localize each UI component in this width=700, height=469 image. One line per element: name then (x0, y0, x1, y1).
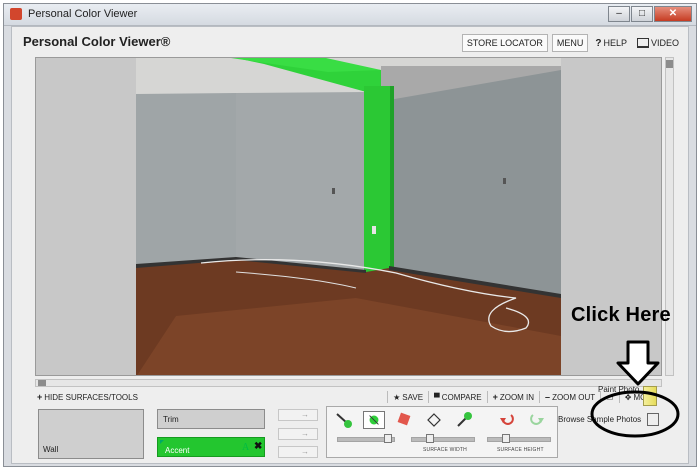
annotation-overlay (590, 340, 680, 438)
highlight-ellipse (590, 390, 680, 438)
down-arrow-icon (616, 340, 660, 386)
